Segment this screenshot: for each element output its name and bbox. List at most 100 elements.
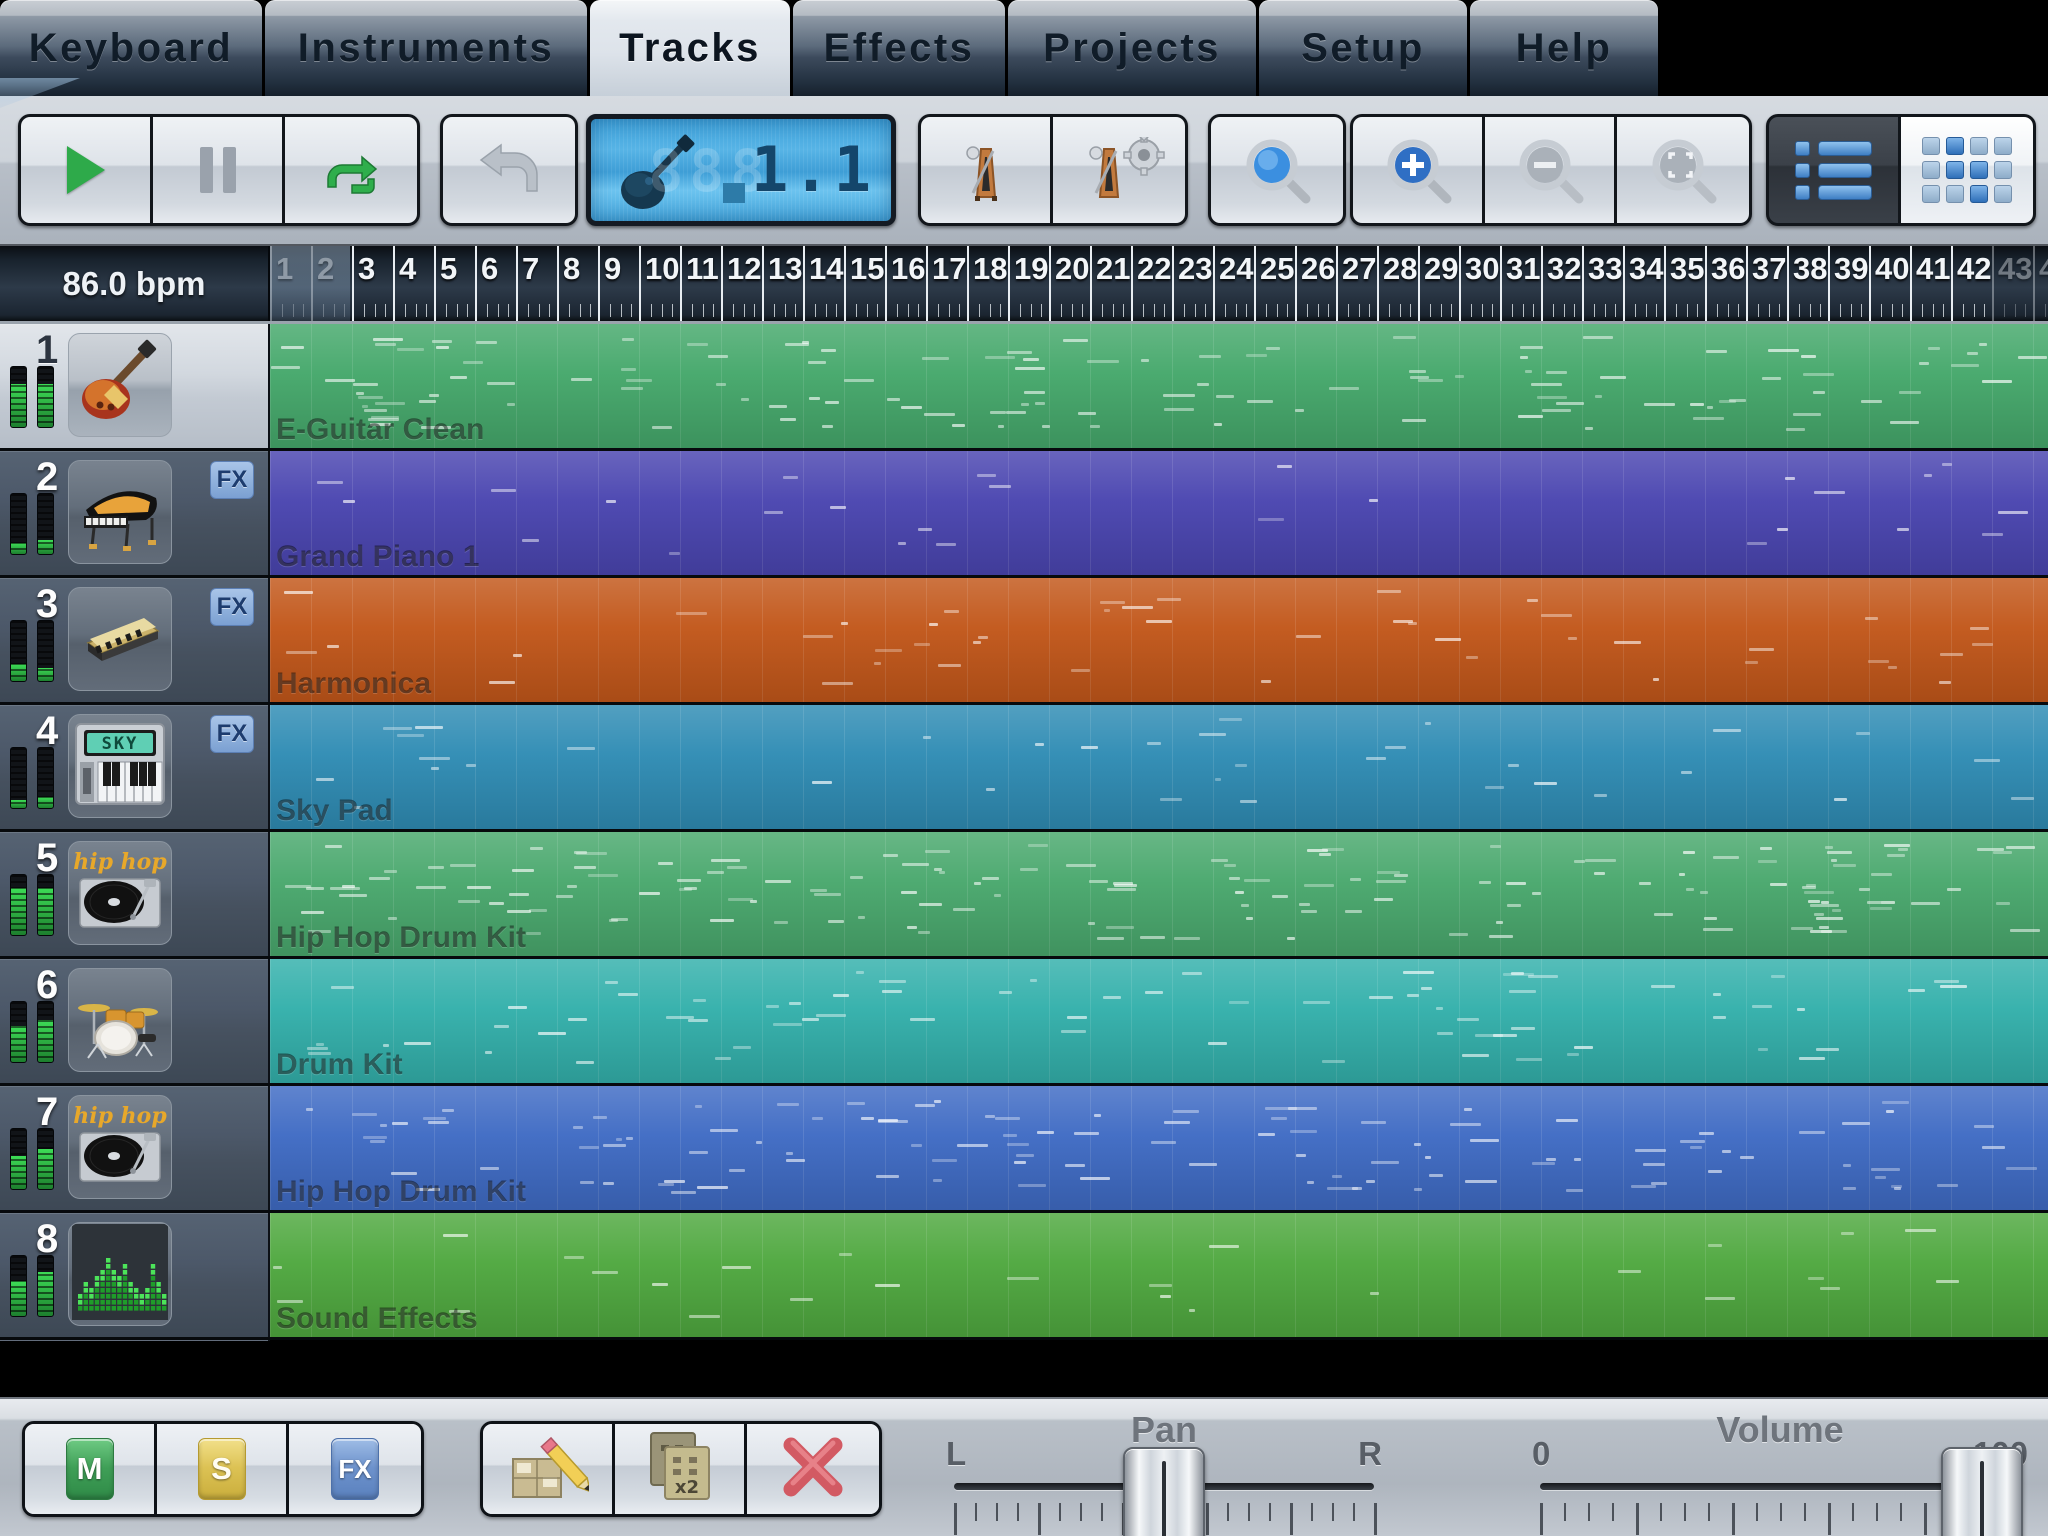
track-clip[interactable]: Harmonica <box>270 578 2048 702</box>
track-instrument-button[interactable]: hip hop <box>68 841 172 945</box>
track-list[interactable]: 1 E-Guitar Clean 2 FX Grand Piano 1 3 FX… <box>0 324 2048 1341</box>
pan-slider[interactable]: Pan L R <box>944 1407 1384 1536</box>
metronome-button[interactable] <box>921 117 1053 223</box>
clip-name: Hip Hop Drum Kit <box>276 921 526 954</box>
bpm-display[interactable]: 86.0 bpm <box>0 246 270 321</box>
track-clip[interactable]: Hip Hop Drum Kit <box>270 832 2048 956</box>
transport-button-group <box>18 114 420 226</box>
track-row[interactable]: 7 hip hop Hip Hop Drum Kit <box>0 1086 2048 1213</box>
track-row[interactable]: 3 FX Harmonica <box>0 578 2048 705</box>
track-header-partial[interactable] <box>0 1340 270 1341</box>
track-fx-badge[interactable]: FX <box>210 588 254 626</box>
track-row[interactable]: 4 SKY FX Sky Pad <box>0 705 2048 832</box>
zoom-fit-icon <box>1648 135 1718 205</box>
track-row[interactable]: 6 Drum Kit <box>0 959 2048 1086</box>
track-header[interactable]: 5 hip hop <box>0 832 270 956</box>
svg-text:hip hop: hip hop <box>73 849 167 875</box>
pause-button[interactable] <box>153 117 285 223</box>
duplicate-button[interactable]: x2 <box>615 1424 747 1514</box>
track-clip[interactable]: E-Guitar Clean <box>270 324 2048 448</box>
tab-setup[interactable]: Setup <box>1259 0 1467 96</box>
grand-piano-icon <box>74 464 166 561</box>
track-instrument-button[interactable]: SKY <box>68 714 172 818</box>
zoom-in-button[interactable] <box>1353 117 1485 223</box>
position-display[interactable]: 888 1.1 <box>586 114 896 226</box>
list-view-button[interactable] <box>1769 117 1901 223</box>
track-clip-partial[interactable] <box>270 1340 2048 1341</box>
track-row[interactable]: 1 E-Guitar Clean <box>0 324 2048 451</box>
metronome-settings-button[interactable] <box>1053 117 1185 223</box>
ruler-subdivisions <box>723 303 762 317</box>
track-instrument-button[interactable] <box>68 460 172 564</box>
ruler-bar-number: 10 <box>645 251 680 286</box>
track-row[interactable]: 2 FX Grand Piano 1 <box>0 451 2048 578</box>
bar-ruler[interactable]: 1 2 3 4 5 6 7 8 9 10 11 12 13 14 15 16 17 18 19 20 21 22 23 24 2… <box>270 246 2048 321</box>
zoom-out-icon <box>1515 135 1585 205</box>
ruler-subdivisions <box>1461 303 1500 317</box>
track-instrument-button[interactable] <box>68 1222 172 1326</box>
track-row[interactable]: 8 Sound Effects <box>0 1213 2048 1340</box>
tab-projects[interactable]: Projects <box>1008 0 1256 96</box>
ruler-bar-number: 41 <box>1916 251 1951 286</box>
track-header[interactable]: 6 <box>0 959 270 1083</box>
grid-view-button[interactable] <box>1901 117 2033 223</box>
volume-slider[interactable]: Volume 0 100 <box>1530 1407 2030 1536</box>
delete-button[interactable] <box>747 1424 879 1514</box>
loop-button[interactable] <box>285 117 417 223</box>
fx-button[interactable]: FX <box>289 1424 421 1514</box>
play-button[interactable] <box>21 117 153 223</box>
svg-text:SKY: SKY <box>102 734 139 754</box>
edit-pencil-button[interactable] <box>483 1424 615 1514</box>
ruler-bar: 5 <box>434 246 475 321</box>
volume-knob[interactable] <box>1940 1447 2023 1536</box>
solo-button[interactable]: S <box>157 1424 289 1514</box>
pan-knob[interactable] <box>1123 1447 1205 1536</box>
ruler-subdivisions <box>354 303 393 317</box>
tab-effects[interactable]: Effects <box>793 0 1005 96</box>
svg-text:x2: x2 <box>674 1477 698 1498</box>
tab-help[interactable]: Help <box>1470 0 1658 96</box>
ruler-subdivisions <box>805 303 844 317</box>
track-clip[interactable]: Hip Hop Drum Kit <box>270 1086 2048 1210</box>
track-header[interactable]: 4 SKY FX <box>0 705 270 829</box>
ruler-bar-number: 20 <box>1055 251 1090 286</box>
ruler-subdivisions <box>1297 303 1336 317</box>
track-clip[interactable]: Sound Effects <box>270 1213 2048 1337</box>
track-instrument-button[interactable]: hip hop <box>68 1095 172 1199</box>
tab-keyboard[interactable]: Keyboard <box>0 0 262 96</box>
track-clip[interactable]: Drum Kit <box>270 959 2048 1083</box>
zoom-out-button[interactable] <box>1485 117 1617 223</box>
track-instrument-button[interactable] <box>68 968 172 1072</box>
track-header[interactable]: 8 <box>0 1213 270 1337</box>
track-fx-badge[interactable]: FX <box>210 715 254 753</box>
track-clip[interactable]: Grand Piano 1 <box>270 451 2048 575</box>
zoom-fit-button[interactable] <box>1617 117 1749 223</box>
ruler-bar: 13 <box>762 246 803 321</box>
track-header[interactable]: 7 hip hop <box>0 1086 270 1210</box>
tab-instruments[interactable]: Instruments <box>265 0 587 96</box>
magnifier-button[interactable] <box>1211 117 1343 223</box>
track-header[interactable]: 3 FX <box>0 578 270 702</box>
track-row-partial[interactable] <box>0 1340 2048 1341</box>
slider-tick <box>1038 1503 1041 1535</box>
mute-button[interactable]: M <box>25 1424 157 1514</box>
tab-tracks[interactable]: Tracks <box>590 0 790 96</box>
track-header[interactable]: 1 <box>0 324 270 448</box>
track-instrument-button[interactable] <box>68 587 172 691</box>
daw-app: Keyboard Instruments Tracks Effects Projects… <box>0 0 2048 1536</box>
ruler-bar: 26 <box>1295 246 1336 321</box>
tab-label: Tracks <box>619 25 761 70</box>
undo-button-group <box>440 114 578 226</box>
track-clip[interactable]: Sky Pad <box>270 705 2048 829</box>
track-row[interactable]: 5 hip hop Hip Hop Drum Kit <box>0 832 2048 959</box>
ruler-subdivisions <box>846 303 885 317</box>
ruler-bar: 9 <box>598 246 639 321</box>
track-fx-badge[interactable]: FX <box>210 461 254 499</box>
track-instrument-button[interactable] <box>68 333 172 437</box>
ruler-bar: 24 <box>1213 246 1254 321</box>
undo-button[interactable] <box>443 117 575 223</box>
ruler-bar-number: 37 <box>1752 251 1787 286</box>
ruler-bar: 12 <box>721 246 762 321</box>
track-header[interactable]: 2 FX <box>0 451 270 575</box>
ruler-subdivisions <box>2035 303 2048 317</box>
